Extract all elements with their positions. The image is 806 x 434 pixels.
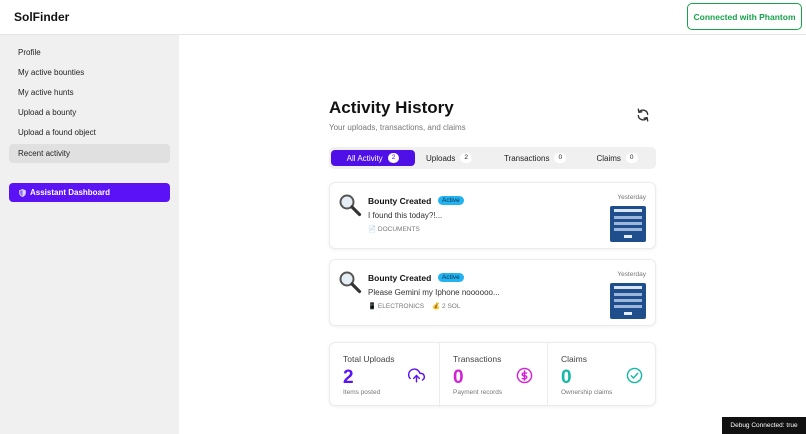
activity-title: Bounty Created	[368, 273, 432, 283]
tab-transactions[interactable]: Transactions 0	[497, 150, 573, 166]
sidebar-item-active-bounties[interactable]: My active bounties	[9, 63, 170, 82]
top-bar: SolFinder Connected with Phantom	[0, 0, 806, 35]
assistant-dashboard-button[interactable]: Assistant Dashboard	[9, 183, 170, 202]
category-label: DOCUMENTS	[377, 226, 420, 233]
tab-count: 0	[625, 153, 638, 163]
status-badge: Active	[438, 196, 464, 205]
magnifying-glass-icon	[339, 271, 362, 294]
money-bag-icon: 💰	[432, 303, 441, 310]
activity-thumbnail[interactable]	[610, 206, 646, 242]
stat-value: 0	[453, 367, 464, 388]
shield-icon	[19, 188, 26, 197]
refresh-icon[interactable]	[636, 108, 650, 122]
activity-card[interactable]: Bounty Created Active Please Gemini my I…	[329, 259, 656, 326]
tab-count: 0	[554, 153, 567, 163]
category-label: ELECTRONICS	[377, 303, 425, 310]
tab-count: 2	[460, 153, 472, 163]
phone-icon: 📱	[368, 303, 377, 310]
sidebar: Profile My active bounties My active hun…	[0, 35, 179, 434]
status-badge: Active	[438, 273, 464, 282]
tab-label: Claims	[596, 153, 621, 163]
stat-total-uploads: Total Uploads 2 Items posted	[330, 343, 439, 407]
assistant-dashboard-label: Assistant Dashboard	[30, 188, 111, 197]
category-tag: 📄 DOCUMENTS	[368, 225, 420, 233]
stat-subtext: Items posted	[343, 389, 381, 396]
tab-label: Uploads	[426, 153, 456, 163]
activity-title: Bounty Created	[368, 196, 432, 206]
activity-tabs: All Activity 2 Uploads 2 Transactions 0 …	[329, 147, 656, 169]
activity-description: Please Gemini my Iphone noooooo...	[368, 288, 500, 297]
stat-claims: Claims 0 Ownership claims	[547, 343, 657, 407]
stat-label: Transactions	[453, 354, 502, 364]
stat-subtext: Ownership claims	[561, 389, 613, 396]
brand-logo[interactable]: SolFinder	[14, 10, 69, 24]
stat-transactions: Transactions 0 Payment records	[439, 343, 547, 407]
tab-label: Transactions	[503, 153, 550, 163]
activity-meta: 📄 DOCUMENTS	[368, 225, 420, 233]
stat-value: 2	[343, 367, 354, 388]
activity-card[interactable]: Bounty Created Active I found this today…	[329, 182, 656, 249]
stat-label: Total Uploads	[343, 354, 395, 364]
reward-tag: 💰 2 SOL	[432, 302, 460, 310]
sidebar-item-upload-bounty[interactable]: Upload a bounty	[9, 103, 170, 122]
page-subtitle: Your uploads, transactions, and claims	[329, 123, 466, 132]
main-content: Activity History Your uploads, transacti…	[179, 35, 806, 434]
stat-value: 0	[561, 367, 572, 388]
tab-label: All Activity	[346, 153, 383, 163]
activity-thumbnail[interactable]	[610, 283, 646, 319]
sidebar-item-active-hunts[interactable]: My active hunts	[9, 83, 170, 102]
tab-count: 2	[387, 153, 400, 163]
connect-wallet-button[interactable]: Connected with Phantom	[687, 3, 802, 30]
reward-label: 2 SOL	[442, 303, 461, 310]
tab-all-activity[interactable]: All Activity 2	[331, 150, 415, 166]
stat-subtext: Payment records	[453, 389, 503, 396]
sidebar-item-upload-found-object[interactable]: Upload a found object	[9, 123, 170, 142]
activity-meta: 📱 ELECTRONICS 💰 2 SOL	[368, 302, 460, 310]
debug-status: Debug Connected: true	[722, 417, 806, 434]
activity-time: Yesterday	[617, 271, 646, 278]
magnifying-glass-icon	[339, 194, 362, 217]
activity-description: I found this today?!...	[368, 211, 443, 220]
tab-uploads[interactable]: Uploads 2	[419, 150, 479, 166]
activity-time: Yesterday	[617, 194, 646, 201]
activity-stats: Total Uploads 2 Items posted Transaction…	[329, 342, 657, 407]
check-circle-icon	[626, 367, 643, 384]
category-tag: 📱 ELECTRONICS	[368, 302, 424, 310]
sidebar-item-recent-activity[interactable]: Recent activity	[9, 144, 170, 163]
sidebar-item-profile[interactable]: Profile	[9, 43, 170, 62]
document-icon: 📄	[368, 226, 377, 233]
dollar-circle-icon	[516, 367, 533, 384]
upload-cloud-icon	[408, 368, 425, 383]
stat-label: Claims	[561, 354, 587, 364]
page-title: Activity History	[329, 98, 454, 117]
tab-claims[interactable]: Claims 0	[591, 150, 643, 166]
